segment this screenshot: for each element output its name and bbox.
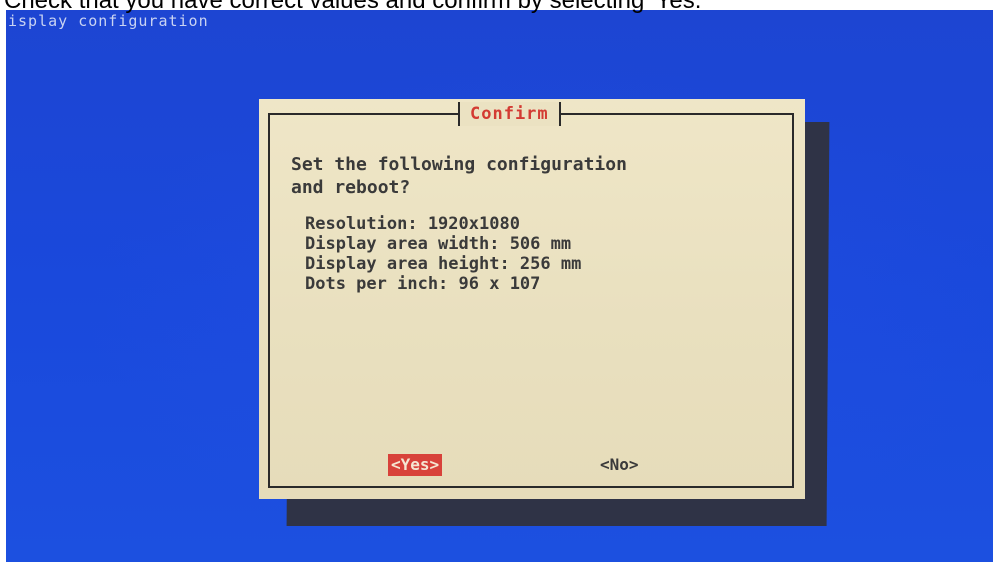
instruction-caption: Check that you have correct values and c… <box>4 0 706 14</box>
dialog-title: Confirm <box>458 102 561 126</box>
detail-display-height: Display area height: 256 mm <box>305 254 582 274</box>
detail-dots-per-inch: Dots per inch: 96 x 107 <box>305 274 541 294</box>
detail-display-width: Display area width: 506 mm <box>305 234 572 254</box>
dialog-message: Set the following configuration and rebo… <box>291 153 627 199</box>
message-line-1: Set the following configuration <box>291 154 627 175</box>
photo-root: Check that you have correct values and c… <box>0 0 993 565</box>
confirm-dialog: Confirm Set the following configuration … <box>259 99 805 499</box>
detail-resolution: Resolution: 1920x1080 <box>305 214 520 234</box>
configuration-details: Resolution: 1920x1080 Display area width… <box>305 214 581 294</box>
no-button[interactable]: <No> <box>597 454 642 476</box>
message-line-2: and reboot? <box>291 177 411 198</box>
monitor-screen: isplay configuration Confirm Set the fol… <box>6 10 993 562</box>
yes-button[interactable]: <Yes> <box>388 454 443 476</box>
